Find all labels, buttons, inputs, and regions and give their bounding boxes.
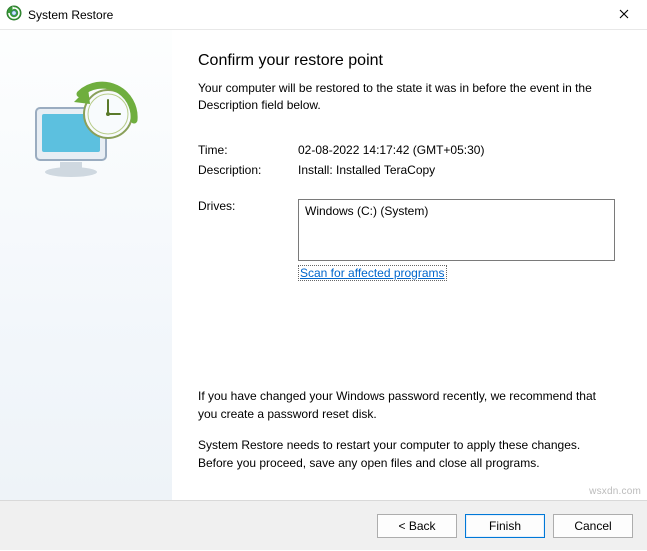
password-note: If you have changed your Windows passwor…: [198, 388, 615, 423]
wizard-footer: < Back Finish Cancel: [0, 500, 647, 550]
content-area: Confirm your restore point Your computer…: [0, 30, 647, 500]
watermark: wsxdn.com: [589, 486, 641, 497]
drives-listbox[interactable]: Windows (C:) (System): [298, 199, 615, 261]
titlebar-left: System Restore: [6, 5, 113, 24]
wizard-sidebar: [0, 30, 172, 500]
drives-list-item[interactable]: Windows (C:) (System): [305, 204, 608, 218]
drives-label: Drives:: [198, 199, 298, 261]
time-label: Time:: [198, 143, 298, 157]
finish-button[interactable]: Finish: [465, 514, 545, 538]
bottom-notes: If you have changed your Windows passwor…: [198, 388, 615, 486]
page-subtext: Your computer will be restored to the st…: [198, 80, 615, 115]
system-restore-icon: [6, 5, 22, 24]
page-heading: Confirm your restore point: [198, 52, 615, 70]
description-value: Install: Installed TeraCopy: [298, 163, 615, 177]
titlebar: System Restore: [0, 0, 647, 30]
time-row: Time: 02-08-2022 14:17:42 (GMT+05:30): [198, 143, 615, 157]
drives-row: Drives: Windows (C:) (System): [198, 199, 615, 261]
scan-affected-programs-link[interactable]: Scan for affected programs: [298, 265, 447, 281]
close-icon: [619, 8, 629, 22]
wizard-main: Confirm your restore point Your computer…: [172, 30, 647, 500]
restart-note: System Restore needs to restart your com…: [198, 437, 615, 472]
description-label: Description:: [198, 163, 298, 177]
time-value: 02-08-2022 14:17:42 (GMT+05:30): [298, 143, 615, 157]
system-restore-hero-icon: [22, 80, 150, 190]
cancel-button[interactable]: Cancel: [553, 514, 633, 538]
window-title: System Restore: [28, 8, 113, 22]
close-button[interactable]: [601, 0, 647, 30]
description-row: Description: Install: Installed TeraCopy: [198, 163, 615, 177]
back-button[interactable]: < Back: [377, 514, 457, 538]
